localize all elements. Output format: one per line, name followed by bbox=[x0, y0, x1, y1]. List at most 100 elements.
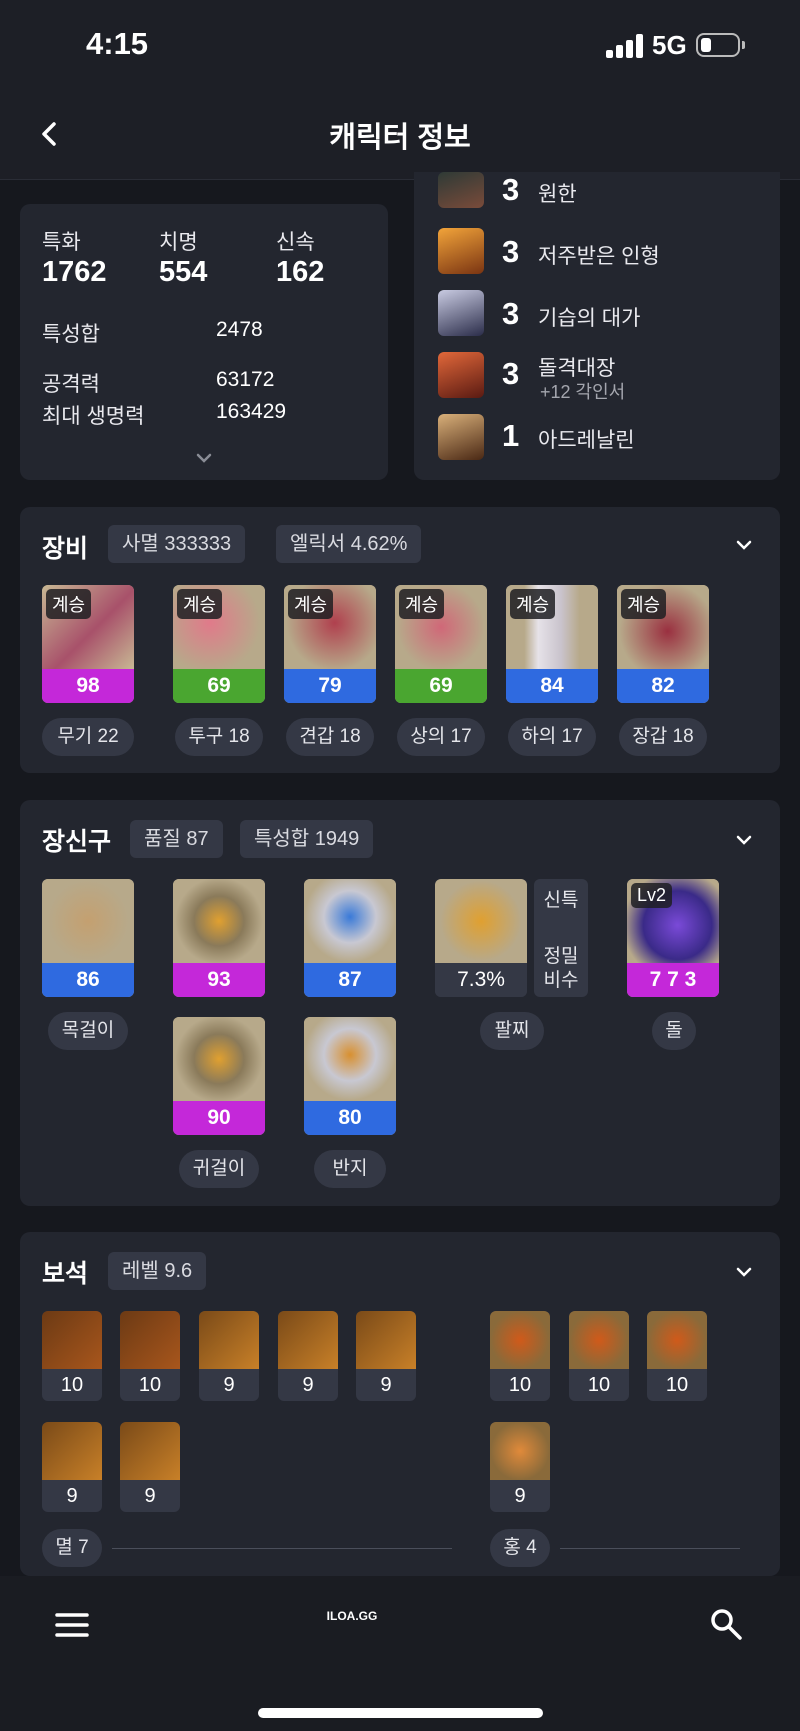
engraving-icon bbox=[438, 352, 484, 398]
stat-value: 1762 bbox=[42, 256, 107, 288]
gem-crimson[interactable]: 10 bbox=[569, 1311, 629, 1401]
succession-tag: 계승 bbox=[46, 589, 92, 619]
gem-destruction[interactable]: 10 bbox=[42, 1311, 102, 1401]
equipment-item-shoulder[interactable]: 계승 79 bbox=[284, 585, 376, 703]
gem-destruction[interactable]: 9 bbox=[356, 1311, 416, 1401]
info-pill: 품질 87 bbox=[130, 820, 223, 858]
gem-destruction[interactable]: 9 bbox=[42, 1422, 102, 1512]
gem-level: 9 bbox=[66, 1485, 78, 1507]
stat-row-label: 공격력 bbox=[42, 373, 100, 396]
collapse-equipment-button[interactable] bbox=[732, 533, 756, 557]
collapse-accessories-button[interactable] bbox=[732, 828, 756, 852]
stat-value: 554 bbox=[159, 256, 208, 288]
stat-label: 치명 bbox=[159, 231, 198, 254]
accessory-earring[interactable]: 93 bbox=[173, 879, 265, 997]
gem-level: 9 bbox=[514, 1485, 526, 1507]
accessory-ring[interactable]: 87 bbox=[304, 879, 396, 997]
accessory-necklace[interactable]: 86 bbox=[42, 879, 134, 997]
equipment-item-gloves[interactable]: 계승 82 bbox=[617, 585, 709, 703]
gem-crimson[interactable]: 9 bbox=[490, 1422, 550, 1512]
quality-bar: 80 bbox=[304, 1101, 396, 1135]
accessory-bracelet[interactable]: 7.3% bbox=[435, 879, 527, 997]
gem-level: 10 bbox=[665, 1374, 689, 1396]
engraving-level: 1 bbox=[502, 418, 520, 453]
quality-bar: 69 bbox=[395, 669, 487, 703]
chevron-down-icon bbox=[736, 540, 752, 550]
gem-crimson[interactable]: 10 bbox=[490, 1311, 550, 1401]
stone-level-tag: Lv2 bbox=[631, 883, 673, 908]
stat-row-value: 2478 bbox=[216, 318, 263, 341]
slot-label: 견갑 18 bbox=[286, 718, 374, 756]
slot-label: 투구 18 bbox=[175, 718, 263, 756]
info-pill: 엘릭서 4.62% bbox=[276, 525, 422, 563]
stat-label: 신속 bbox=[276, 231, 315, 254]
equipment-item-weapon[interactable]: 계승 98 bbox=[42, 585, 134, 703]
stat-row-value: 63172 bbox=[216, 368, 275, 391]
succession-tag: 계승 bbox=[510, 589, 556, 619]
stat-value: 162 bbox=[276, 256, 325, 288]
divider bbox=[560, 1548, 740, 1549]
equipment-item-helmet[interactable]: 계승 69 bbox=[173, 585, 265, 703]
collapse-gems-button[interactable] bbox=[732, 1260, 756, 1284]
slot-label: 돌 bbox=[652, 1012, 696, 1050]
quality-bar: 93 bbox=[173, 963, 265, 997]
chevron-down-icon bbox=[196, 453, 212, 463]
gem-level: 9 bbox=[144, 1485, 156, 1507]
engraving-name: 기습의 대가 bbox=[538, 307, 641, 330]
stone-value: 7 7 3 bbox=[627, 963, 719, 997]
gem-level: 10 bbox=[60, 1374, 84, 1396]
equipment-item-pants[interactable]: 계승 84 bbox=[506, 585, 598, 703]
bracelet-effect: 비수 bbox=[543, 970, 579, 991]
quality-bar: 87 bbox=[304, 963, 396, 997]
engravings-card: 3 원한 3 저주받은 인형 3 기습의 대가 3 돌격대장 +12 각인서 1… bbox=[414, 172, 780, 480]
info-pill: 특성합 1949 bbox=[240, 820, 374, 858]
gem-level: 10 bbox=[138, 1374, 162, 1396]
engraving-icon bbox=[438, 228, 484, 274]
bracelet-value: 7.3% bbox=[435, 963, 527, 997]
engraving-name: 원한 bbox=[538, 183, 577, 206]
bracelet-effect: 정밀 bbox=[543, 946, 579, 967]
gem-destruction[interactable]: 9 bbox=[120, 1422, 180, 1512]
ability-stone[interactable]: Lv2 7 7 3 bbox=[627, 879, 719, 997]
engraving-sub: +12 각인서 bbox=[540, 382, 626, 402]
equipment-item-chest[interactable]: 계승 69 bbox=[395, 585, 487, 703]
stat-label: 특화 bbox=[42, 231, 81, 254]
gem-count-label: 멸 7 bbox=[42, 1529, 102, 1567]
slot-label: 팔찌 bbox=[480, 1012, 544, 1050]
succession-tag: 계승 bbox=[399, 589, 445, 619]
engraving-level: 3 bbox=[502, 234, 520, 269]
engraving-icon bbox=[438, 290, 484, 336]
section-title: 장신구 bbox=[42, 828, 112, 856]
chevron-down-icon bbox=[736, 835, 752, 845]
gem-level: 9 bbox=[380, 1374, 392, 1396]
gem-level: 10 bbox=[587, 1374, 611, 1396]
menu-button[interactable] bbox=[54, 1610, 90, 1640]
status-time: 4:15 bbox=[86, 26, 149, 61]
gem-crimson[interactable]: 10 bbox=[647, 1311, 707, 1401]
chevron-down-icon bbox=[736, 1267, 752, 1277]
engraving-name: 저주받은 인형 bbox=[538, 245, 660, 268]
slot-label: 상의 17 bbox=[397, 718, 485, 756]
gem-level: 9 bbox=[302, 1374, 314, 1396]
menu-icon bbox=[55, 1613, 89, 1637]
engraving-level: 3 bbox=[502, 296, 520, 331]
slot-label: 장갑 18 bbox=[619, 718, 707, 756]
search-button[interactable] bbox=[708, 1606, 744, 1642]
quality-bar: 82 bbox=[617, 669, 709, 703]
accessory-earring[interactable]: 90 bbox=[173, 1017, 265, 1135]
quality-bar: 98 bbox=[42, 669, 134, 703]
gem-level: 9 bbox=[223, 1374, 235, 1396]
accessory-ring[interactable]: 80 bbox=[304, 1017, 396, 1135]
stat-row-label: 특성합 bbox=[42, 323, 100, 346]
expand-stats-button[interactable] bbox=[192, 448, 216, 468]
stats-card: 특화 1762 치명 554 신속 162 특성합 2478 공격력 63172… bbox=[20, 204, 388, 480]
gem-destruction[interactable]: 9 bbox=[199, 1311, 259, 1401]
slot-label: 반지 bbox=[314, 1150, 386, 1188]
gem-destruction[interactable]: 10 bbox=[120, 1311, 180, 1401]
slot-label: 귀걸이 bbox=[179, 1150, 259, 1188]
bracelet-effects: 신특 정밀 비수 bbox=[534, 879, 588, 997]
home-indicator bbox=[258, 1708, 543, 1718]
engraving-level: 3 bbox=[502, 172, 520, 207]
gem-destruction[interactable]: 9 bbox=[278, 1311, 338, 1401]
succession-tag: 계승 bbox=[177, 589, 223, 619]
